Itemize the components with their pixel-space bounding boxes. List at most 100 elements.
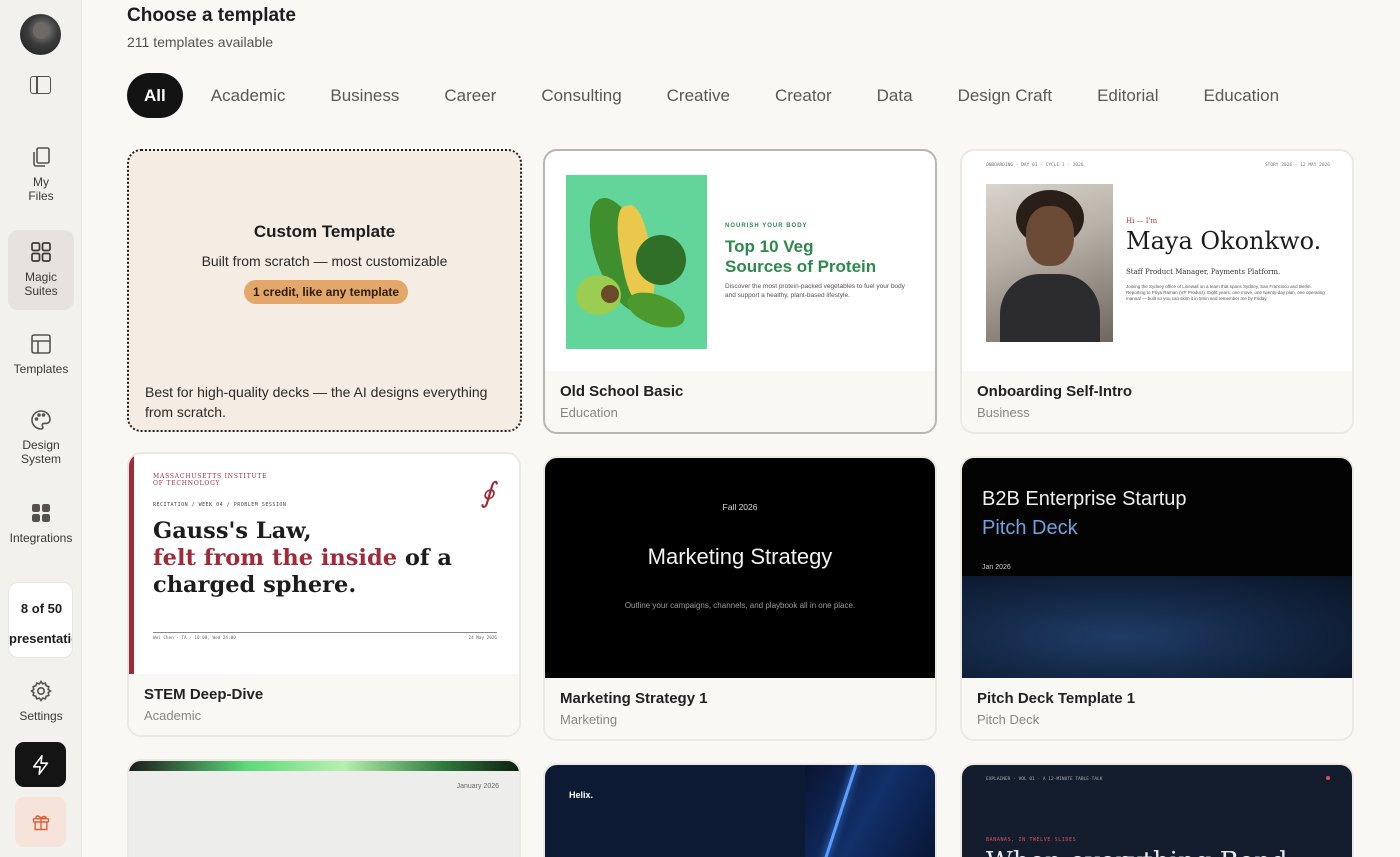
- preview-title-line: Sources of Protein: [725, 257, 877, 276]
- sidebar-item-magic-suites[interactable]: Magic Suites: [8, 230, 74, 310]
- preview-subtitle: Outline your campaigns, channels, and pl…: [624, 601, 856, 610]
- gear-icon: [30, 680, 52, 702]
- preview-topline: ONBOARDING · DAY 01 · CYCLE 1 · 2026 STO…: [986, 163, 1330, 168]
- template-preview: MASSACHUSETTS INSTITUTE OF TECHNOLOGY RE…: [129, 454, 519, 674]
- template-card-onboarding-self-intro[interactable]: ONBOARDING · DAY 01 · CYCLE 1 · 2026 STO…: [960, 149, 1354, 434]
- accent-bar: [129, 454, 134, 674]
- preview-heading-part: charged sphere.: [153, 572, 357, 598]
- credit-badge: 1 credit, like any template: [244, 280, 408, 304]
- template-card-marketing-strategy-1[interactable]: Fall 2026 Marketing Strategy Outline you…: [543, 456, 937, 741]
- layout-icon: [31, 334, 51, 354]
- sidebar-item-templates[interactable]: Templates: [8, 332, 74, 382]
- preview-date: January 2026: [456, 783, 499, 790]
- tab-creative[interactable]: Creative: [649, 73, 748, 118]
- template-card-partial[interactable]: Helix.: [543, 763, 937, 857]
- template-card-stem-deep-dive[interactable]: MASSACHUSETTS INSTITUTE OF TECHNOLOGY RE…: [127, 452, 521, 737]
- preview-logo: Helix.: [569, 790, 594, 800]
- usage-unit: presentations: [9, 631, 72, 646]
- preview-gradient-bar: [129, 761, 519, 771]
- integral-icon: ∮: [480, 476, 495, 509]
- tab-academic[interactable]: Academic: [193, 73, 304, 118]
- tab-creator[interactable]: Creator: [757, 73, 850, 118]
- usage-counter: 8 of 50 presentations: [8, 582, 73, 658]
- upgrade-button[interactable]: [15, 742, 66, 787]
- preview-title: Marketing Strategy: [647, 544, 833, 569]
- sidebar-item-design-system[interactable]: Design System: [8, 408, 74, 470]
- tab-data[interactable]: Data: [859, 73, 931, 118]
- page-title: Choose a template: [127, 5, 296, 26]
- grid-icon: [31, 242, 51, 262]
- sidebar-item-label: My: [33, 175, 49, 189]
- tab-consulting[interactable]: Consulting: [523, 73, 639, 118]
- custom-template-description: Best for high-quality decks — the AI des…: [145, 384, 488, 420]
- sidebar-item-label: Files: [28, 189, 54, 203]
- template-preview: NOURISH YOUR BODY Top 10 Veg Sources of …: [545, 151, 935, 371]
- template-count: 211 templates available: [127, 34, 274, 50]
- sidebar-item-settings[interactable]: Settings: [8, 679, 74, 729]
- palette-icon: [31, 410, 51, 430]
- preview-body: Joining the Sydney office of Linewall on…: [1126, 284, 1325, 301]
- template-meta: Marketing Strategy 1 Marketing: [545, 678, 935, 739]
- sidebar-item-integrations[interactable]: Integrations: [8, 501, 74, 551]
- template-card-partial[interactable]: EXPLAINER · VOL 01 · A 12-MINUTE TABLE-T…: [960, 763, 1354, 857]
- preview-title: B2B Enterprise Startup: [982, 488, 1187, 510]
- server-image: [805, 765, 935, 857]
- preview-institution: MASSACHUSETTS INSTITUTE OF TECHNOLOGY: [153, 473, 268, 487]
- template-preview: B2B Enterprise Startup Pitch Deck Jan 20…: [962, 458, 1352, 678]
- gift-button[interactable]: [15, 797, 66, 847]
- tab-education[interactable]: Education: [1185, 73, 1297, 118]
- category-tabs: All Academic Business Career Consulting …: [127, 73, 1306, 118]
- tab-editorial[interactable]: Editorial: [1079, 73, 1176, 118]
- template-name: Old School Basic: [560, 383, 684, 400]
- file-copy-icon: [33, 147, 50, 167]
- template-meta: STEM Deep-Dive Academic: [129, 674, 519, 735]
- preview-role: Staff Product Manager, Payments Platform…: [1126, 268, 1281, 276]
- tab-design-craft[interactable]: Design Craft: [940, 73, 1070, 118]
- preview-greeting: Hi — I'm: [1126, 217, 1158, 225]
- template-preview: Fall 2026 Marketing Strategy Outline you…: [545, 458, 935, 678]
- custom-template-card[interactable]: Custom Template Built from scratch — mos…: [127, 149, 522, 432]
- template-category: Education: [560, 405, 618, 420]
- avatar[interactable]: [20, 14, 61, 55]
- template-card-old-school-basic[interactable]: NOURISH YOUR BODY Top 10 Veg Sources of …: [543, 149, 937, 434]
- gift-icon: [32, 815, 49, 831]
- template-name: Marketing Strategy 1: [560, 690, 708, 707]
- tab-business[interactable]: Business: [312, 73, 417, 118]
- preview-footer-left: Wei Chen · TA · 10:00, Wed 24:00: [153, 636, 236, 641]
- sidebar-item-my-files[interactable]: My Files: [8, 145, 74, 211]
- preview-heading-part: of a: [397, 545, 452, 571]
- sidebar-item-label: System: [20, 452, 61, 466]
- preview-topline: EXPLAINER · VOL 01 · A 12-MINUTE TABLE-T…: [986, 777, 1103, 782]
- template-name: Pitch Deck Template 1: [977, 690, 1136, 707]
- preview-footer: Wei Chen · TA · 10:00, Wed 24:00 24 May …: [153, 636, 497, 641]
- sidebar-item-label: Settings: [19, 709, 63, 723]
- sidebar-item-label: Suites: [24, 284, 58, 298]
- template-name: STEM Deep-Dive: [144, 686, 264, 703]
- preview-subtitle: Pitch Deck: [982, 517, 1078, 539]
- template-meta: Pitch Deck Template 1 Pitch Deck: [962, 678, 1352, 739]
- template-preview: ONBOARDING · DAY 01 · CYCLE 1 · 2026 STO…: [962, 151, 1352, 371]
- template-card-pitch-deck-template-1[interactable]: B2B Enterprise Startup Pitch Deck Jan 20…: [960, 456, 1354, 741]
- usage-count: 8 of 50: [20, 601, 63, 616]
- sidebar-item-label: Design: [22, 438, 60, 452]
- template-card-partial[interactable]: January 2026: [127, 759, 521, 857]
- sidebar-toggle-icon[interactable]: [30, 76, 51, 94]
- preview-title-line: Top 10 Veg: [725, 237, 814, 256]
- status-dot: [1326, 776, 1330, 780]
- template-name: Onboarding Self-Intro: [977, 383, 1132, 400]
- preview-heading-part: Gauss's Law,: [153, 518, 312, 544]
- preview-section: RECITATION / WEEK 04 / PROBLEM SESSION: [153, 502, 287, 508]
- divider: [153, 632, 497, 633]
- preview-kicker: BANANAS, IN TWELVE SLIDES: [986, 837, 1077, 843]
- sidebar-item-label: Templates: [13, 362, 69, 376]
- lightning-icon: [32, 754, 48, 775]
- tab-career[interactable]: Career: [426, 73, 514, 118]
- template-category: Academic: [144, 708, 202, 723]
- template-category: Pitch Deck: [977, 712, 1040, 727]
- template-category: Marketing: [560, 712, 618, 727]
- tab-all[interactable]: All: [127, 73, 183, 118]
- preview-footer-right: 24 May 2026: [468, 636, 497, 641]
- preview-gradient: [962, 576, 1352, 678]
- template-category: Business: [977, 405, 1030, 420]
- preview-kicker: NOURISH YOUR BODY: [725, 223, 808, 229]
